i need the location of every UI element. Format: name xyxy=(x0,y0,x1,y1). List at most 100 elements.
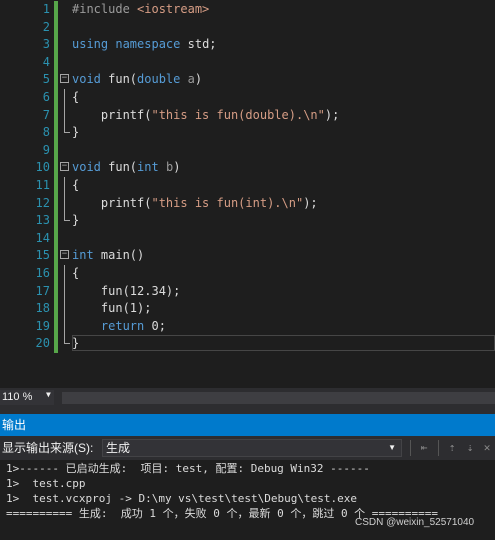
chevron-down-icon[interactable]: ▼ xyxy=(388,440,396,456)
output-source-label: 显示输出来源(S): xyxy=(2,441,94,455)
outline-guide-end xyxy=(64,335,70,345)
code-token: double xyxy=(137,72,181,87)
code-text: void fun(double a) xyxy=(72,71,202,89)
code-text: using namespace std; xyxy=(72,36,217,54)
change-indicator xyxy=(54,229,58,248)
code-line[interactable]: 4 xyxy=(0,53,495,72)
code-line[interactable]: 20} xyxy=(0,335,495,353)
code-text: void fun(int b) xyxy=(72,159,180,177)
clear-all-icon[interactable]: ✕ xyxy=(479,440,495,456)
line-number: 11 xyxy=(35,178,50,192)
code-token: a xyxy=(187,72,195,87)
code-line[interactable]: 10− void fun(int b) xyxy=(0,159,495,177)
next-message-icon[interactable]: ⇣ xyxy=(462,440,478,456)
code-text: } xyxy=(72,212,79,230)
code-line[interactable]: 16 { xyxy=(0,265,495,283)
change-indicator xyxy=(54,106,58,125)
code-token: int xyxy=(137,160,159,175)
code-line[interactable]: 19 return 0; xyxy=(0,317,495,336)
code-text: return 0; xyxy=(72,318,166,336)
code-line[interactable]: 1 #include <iostream> xyxy=(0,1,495,19)
code-token: ) xyxy=(194,72,203,87)
find-message-icon[interactable]: ⇤ xyxy=(416,440,432,456)
code-editor[interactable]: 1 #include <iostream> 2 3 using namespace st… xyxy=(0,0,495,388)
code-token: return xyxy=(100,318,145,333)
code-line[interactable]: 18 fun(1); xyxy=(0,300,495,318)
collapse-icon[interactable]: − xyxy=(60,250,69,260)
code-token: using xyxy=(72,37,109,52)
code-token: void xyxy=(72,72,101,87)
code-line[interactable]: 11 { xyxy=(0,177,495,195)
output-source-select[interactable]: 生成 ▼ xyxy=(102,439,402,457)
collapse-icon[interactable]: − xyxy=(60,162,69,172)
line-number: 20 xyxy=(35,336,50,351)
code-text: fun(12.34); xyxy=(72,283,180,301)
code-text: { xyxy=(72,265,79,283)
code-token: fun(12.34); xyxy=(72,283,181,298)
code-line[interactable]: 12 printf("this is fun(int).\n"); xyxy=(0,194,495,213)
toolbar-separator xyxy=(438,440,439,456)
line-number: 12 xyxy=(35,195,50,210)
change-indicator xyxy=(54,282,58,301)
editor-status-bar: 110 % ▼ xyxy=(0,388,495,408)
line-number: 19 xyxy=(35,318,50,333)
line-number: 4 xyxy=(42,54,50,69)
code-token: "this is fun(double).\n" xyxy=(151,107,325,122)
code-token: std; xyxy=(180,37,217,52)
outline-guide xyxy=(64,317,65,336)
change-indicator xyxy=(54,53,58,72)
code-token: { xyxy=(72,90,80,104)
code-line[interactable]: 5− void fun(double a) xyxy=(0,71,495,89)
code-text: printf("this is fun(int).\n"); xyxy=(72,195,318,213)
line-number: 14 xyxy=(35,230,50,245)
code-token: main() xyxy=(93,248,145,263)
line-number: 1 xyxy=(42,2,50,16)
collapse-icon[interactable]: − xyxy=(60,74,69,84)
change-indicator xyxy=(54,212,58,230)
code-token: int xyxy=(72,248,94,263)
code-line[interactable]: 15− int main() xyxy=(0,247,495,265)
line-number: 16 xyxy=(35,266,50,280)
toolbar-separator xyxy=(410,440,411,456)
code-token: ); xyxy=(324,107,340,122)
code-token: { xyxy=(72,178,80,192)
line-number: 13 xyxy=(35,213,50,228)
code-line[interactable]: 3 using namespace std; xyxy=(0,36,495,54)
code-token: "this is fun(int).\n" xyxy=(151,195,304,210)
code-line[interactable]: 13} xyxy=(0,212,495,230)
line-number: 18 xyxy=(35,301,50,316)
outline-guide xyxy=(64,89,65,107)
line-number: 8 xyxy=(42,125,50,140)
line-number: 3 xyxy=(42,37,50,52)
code-line[interactable]: 9 xyxy=(0,141,495,160)
change-indicator xyxy=(54,36,58,54)
change-indicator xyxy=(54,1,58,19)
chevron-down-icon[interactable]: ▼ xyxy=(46,390,51,399)
change-indicator xyxy=(54,71,58,89)
change-indicator xyxy=(54,141,58,160)
line-number: 9 xyxy=(42,142,50,157)
code-line[interactable]: 7 printf("this is fun(double).\n"); xyxy=(0,106,495,125)
code-line[interactable]: 2 xyxy=(0,18,495,37)
change-indicator xyxy=(54,159,58,177)
code-token: { xyxy=(72,266,80,280)
code-text: { xyxy=(72,89,79,107)
code-line[interactable]: 14 xyxy=(0,229,495,248)
code-token: fun( xyxy=(100,72,138,87)
code-line[interactable]: 8} xyxy=(0,124,495,142)
output-text[interactable]: 1>------ 已启动生成: 项目: test, 配置: Debug Win3… xyxy=(0,460,495,540)
previous-message-icon[interactable]: ⇡ xyxy=(444,440,460,456)
outline-guide xyxy=(64,177,65,195)
outline-guide xyxy=(64,265,65,283)
horizontal-scrollbar[interactable] xyxy=(62,392,495,404)
line-number: 2 xyxy=(42,19,50,34)
change-indicator xyxy=(54,89,58,107)
output-line: 1>------ 已启动生成: 项目: test, 配置: Debug Win3… xyxy=(6,462,370,475)
current-line-highlight xyxy=(72,335,495,352)
code-line[interactable]: 6{ xyxy=(0,89,495,107)
output-line: 1> test.cpp xyxy=(6,477,86,490)
code-line[interactable]: 17 fun(12.34); xyxy=(0,282,495,301)
output-line: 1> test.vcxproj -> D:\my vs\test\test\De… xyxy=(6,492,357,505)
